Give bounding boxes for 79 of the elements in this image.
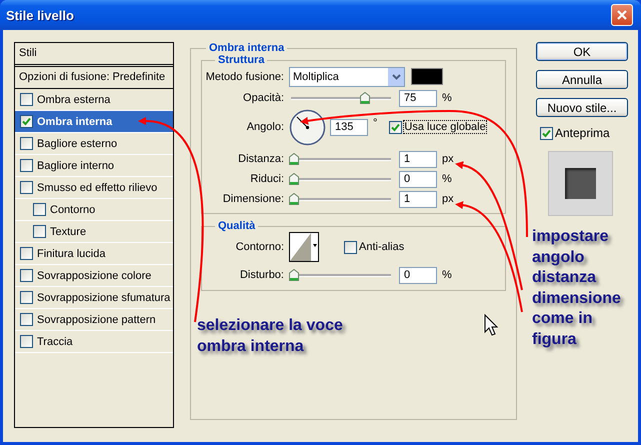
chevron-icon	[392, 74, 400, 80]
window-title: Stile livello	[6, 8, 74, 22]
slider-thumb[interactable]	[360, 92, 370, 104]
close-button[interactable]	[611, 4, 633, 26]
style-item[interactable]: Traccia	[15, 331, 173, 353]
style-item[interactable]: Ombra interna	[15, 111, 173, 133]
slider-thumb[interactable]	[289, 153, 299, 165]
value-field[interactable]: 1	[399, 150, 437, 168]
slider[interactable]	[289, 268, 393, 282]
checkbox-label: Anteprima	[555, 126, 610, 140]
value-field[interactable]: 135	[330, 118, 368, 136]
annotation-text: selezionare la voce ombra interna	[197, 316, 344, 356]
color-swatch[interactable]	[411, 68, 443, 85]
style-item[interactable]: Texture	[15, 221, 173, 243]
slider-thumb[interactable]	[289, 269, 299, 281]
field-label: Metodo fusione:	[207, 70, 284, 82]
checkbox[interactable]	[20, 335, 33, 348]
slider-thumb[interactable]	[289, 193, 299, 205]
group-title: Struttura	[217, 54, 266, 66]
unit-label: %	[442, 173, 452, 185]
checkbox[interactable]	[20, 137, 33, 150]
field-label: Distanza:	[237, 153, 284, 165]
checkbox[interactable]	[20, 269, 33, 282]
dialog-button[interactable]: Annulla	[536, 70, 628, 89]
unit-label: %	[442, 269, 452, 281]
close-icon	[616, 9, 628, 21]
unit-label: °	[373, 117, 378, 129]
group-title: Qualità	[217, 220, 256, 232]
field-label: Disturbo:	[238, 269, 284, 281]
list-item[interactable]: Opzioni di fusione: Predefinite	[15, 67, 173, 89]
slider-thumb[interactable]	[289, 173, 299, 185]
checkbox[interactable]	[20, 93, 33, 106]
field-label: Contorno:	[234, 241, 284, 253]
checkbox-label: Anti-alias	[359, 241, 404, 253]
checkbox-label: Usa luce globale	[404, 121, 486, 133]
slider[interactable]	[289, 192, 393, 206]
checkbox[interactable]	[20, 159, 33, 172]
checkbox[interactable]	[389, 120, 402, 134]
checkbox[interactable]	[33, 203, 46, 216]
slider[interactable]	[289, 91, 393, 105]
field-label: Dimensione:	[222, 193, 284, 205]
angle-dial[interactable]	[289, 108, 326, 146]
checkbox[interactable]	[20, 313, 33, 326]
field-label: Angolo:	[246, 121, 284, 133]
annotation-text: impostare angolo distanza dimensione come in figura	[532, 227, 622, 350]
checkbox[interactable]	[20, 247, 33, 260]
value-field[interactable]: 75	[399, 90, 437, 106]
unit-label: px	[442, 153, 454, 165]
section-title: Ombra interna	[208, 42, 286, 54]
contour-picker[interactable]	[289, 232, 319, 262]
checkbox[interactable]	[20, 291, 33, 304]
style-item[interactable]: Contorno	[15, 199, 173, 221]
checkbox[interactable]	[20, 181, 33, 194]
style-item[interactable]: Bagliore esterno	[15, 133, 173, 155]
value-field[interactable]: 0	[399, 170, 437, 188]
style-item[interactable]: Bagliore interno	[15, 155, 173, 177]
cursor-icon	[484, 314, 498, 336]
unit-label: px	[442, 193, 454, 205]
preview-swatch	[548, 150, 613, 216]
value-field[interactable]: 1	[399, 190, 437, 208]
unit-label: %	[442, 92, 452, 104]
checkbox[interactable]	[20, 115, 33, 128]
checkbox[interactable]	[33, 225, 46, 238]
slider[interactable]	[289, 172, 393, 186]
list-header: Stili	[15, 43, 173, 67]
checkbox[interactable]	[540, 126, 553, 140]
field-label: Riduci:	[249, 173, 284, 185]
field-label: Opacità:	[242, 92, 284, 104]
blend-mode-dropdown[interactable]: Moltiplica	[289, 66, 405, 86]
slider[interactable]	[289, 152, 393, 166]
style-item[interactable]: Sovrapposizione colore	[15, 265, 173, 287]
dialog-button[interactable]: OK	[536, 42, 628, 61]
style-item[interactable]: Finitura lucida	[15, 243, 173, 265]
dialog-button[interactable]: Nuovo stile...	[536, 98, 628, 117]
style-item[interactable]: Smusso ed effetto rilievo	[15, 177, 173, 199]
style-item[interactable]: Sovrapposizione pattern	[15, 309, 173, 331]
style-item[interactable]: Sovrapposizione sfumatura	[15, 287, 173, 309]
checkbox[interactable]	[344, 240, 357, 254]
value-field[interactable]: 0	[399, 266, 437, 284]
